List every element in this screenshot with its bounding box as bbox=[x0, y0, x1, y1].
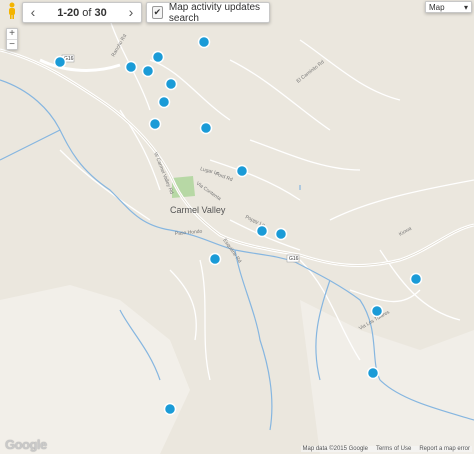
zoom-in-button[interactable]: + bbox=[7, 29, 17, 39]
map-canvas[interactable]: Rancho Rd El Caminito Rd W Carmel Valley… bbox=[0, 0, 474, 454]
listing-marker[interactable] bbox=[53, 55, 67, 69]
listing-marker[interactable] bbox=[235, 164, 249, 178]
search-toggle-checkbox[interactable]: ✔ bbox=[152, 6, 163, 19]
map-attribution: Map data ©2015 Google Terms of Use Repor… bbox=[300, 446, 472, 452]
listing-marker[interactable] bbox=[366, 366, 380, 380]
listing-marker[interactable] bbox=[124, 60, 138, 74]
listing-marker[interactable] bbox=[141, 64, 155, 78]
results-count: 1-20 of 30 bbox=[57, 7, 106, 19]
terms-of-use-link[interactable]: Terms of Use bbox=[376, 446, 411, 452]
results-total: 30 bbox=[94, 6, 107, 19]
zoom-out-button[interactable]: − bbox=[7, 40, 17, 50]
listing-marker[interactable] bbox=[199, 121, 213, 135]
street-view-pegman-icon[interactable] bbox=[6, 2, 18, 20]
next-page-button[interactable]: › bbox=[121, 3, 141, 22]
map-type-value: Map bbox=[429, 2, 445, 12]
listing-marker[interactable] bbox=[370, 304, 384, 318]
svg-text:G16: G16 bbox=[289, 256, 299, 262]
results-range: 1-20 bbox=[57, 6, 80, 19]
listing-marker[interactable] bbox=[197, 35, 211, 49]
report-map-error-link[interactable]: Report a map error bbox=[419, 446, 470, 452]
listing-marker[interactable] bbox=[208, 252, 222, 266]
listing-marker[interactable] bbox=[274, 227, 288, 241]
search-toggle-label: Map activity updates search bbox=[168, 1, 261, 24]
listing-marker[interactable] bbox=[157, 95, 171, 109]
listing-marker[interactable] bbox=[409, 272, 423, 286]
map-data-credit: Map data ©2015 Google bbox=[302, 446, 368, 452]
listing-marker[interactable] bbox=[255, 224, 269, 238]
place-label-carmel-valley: Carmel Valley bbox=[170, 205, 226, 215]
google-logo: Google bbox=[5, 437, 47, 452]
listing-marker[interactable] bbox=[163, 402, 177, 416]
results-of: of bbox=[82, 6, 92, 19]
zoom-control: + − bbox=[6, 28, 18, 50]
listing-marker[interactable] bbox=[151, 50, 165, 64]
route-shield-g16-east: G16 bbox=[286, 254, 300, 263]
map-search-toggle[interactable]: ✔ Map activity updates search bbox=[146, 1, 270, 24]
listing-marker[interactable] bbox=[164, 77, 178, 91]
results-pager: ‹ 1-20 of 30 › bbox=[22, 2, 142, 23]
map-type-select[interactable]: Map ▾ bbox=[425, 1, 472, 13]
listing-marker[interactable] bbox=[148, 117, 162, 131]
chevron-down-icon: ▾ bbox=[463, 2, 468, 12]
previous-page-button[interactable]: ‹ bbox=[23, 3, 43, 22]
